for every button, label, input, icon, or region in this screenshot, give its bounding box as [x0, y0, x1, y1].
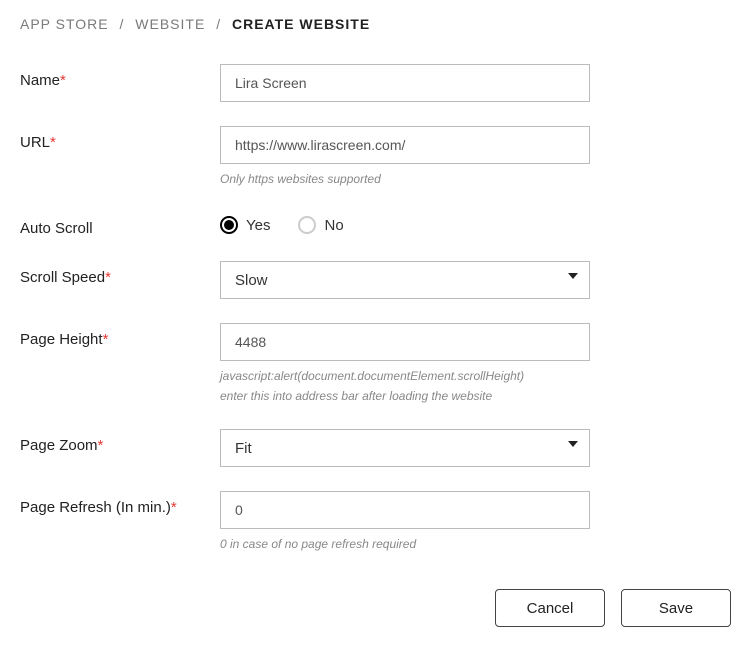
breadcrumb: APP STORE / WEBSITE / CREATE WEBSITE [20, 16, 731, 32]
pagerefresh-help: 0 in case of no page refresh required [220, 535, 590, 553]
breadcrumb-item-appstore[interactable]: APP STORE [20, 16, 109, 32]
pagezoom-select[interactable]: Fit [220, 429, 590, 467]
breadcrumb-sep: / [216, 16, 221, 32]
form-actions: Cancel Save [20, 589, 731, 627]
label-url: URL* [20, 126, 220, 151]
label-pagezoom: Page Zoom* [20, 429, 220, 454]
required-mark: * [103, 331, 109, 348]
label-scrollspeed: Scroll Speed* [20, 261, 220, 286]
radio-unchecked-icon [298, 216, 316, 234]
required-mark: * [98, 437, 104, 454]
autoscroll-radios: Yes No [220, 212, 590, 234]
name-input[interactable] [220, 64, 590, 102]
row-url: URL* Only https websites supported [20, 126, 731, 188]
label-pageheight-text: Page Height [20, 331, 103, 348]
row-scrollspeed: Scroll Speed* Slow [20, 261, 731, 299]
label-url-text: URL [20, 134, 50, 151]
label-scrollspeed-text: Scroll Speed [20, 269, 105, 286]
breadcrumb-current: CREATE WEBSITE [232, 16, 370, 32]
scrollspeed-select[interactable]: Slow [220, 261, 590, 299]
row-autoscroll: Auto Scroll Yes No [20, 212, 731, 237]
label-pageheight: Page Height* [20, 323, 220, 348]
autoscroll-yes[interactable]: Yes [220, 216, 270, 234]
pagezoom-value: Fit [220, 429, 590, 467]
autoscroll-no[interactable]: No [298, 216, 343, 234]
url-input[interactable] [220, 126, 590, 164]
url-help: Only https websites supported [220, 170, 590, 188]
label-autoscroll-text: Auto Scroll [20, 220, 93, 237]
autoscroll-no-label: No [324, 217, 343, 234]
label-pagerefresh-text: Page Refresh (In min.) [20, 499, 171, 516]
required-mark: * [50, 134, 56, 151]
radio-checked-icon [220, 216, 238, 234]
breadcrumb-sep: / [120, 16, 125, 32]
save-button[interactable]: Save [621, 589, 731, 627]
row-pagezoom: Page Zoom* Fit [20, 429, 731, 467]
pageheight-help2: enter this into address bar after loadin… [220, 387, 590, 405]
pageheight-input[interactable] [220, 323, 590, 361]
breadcrumb-item-website[interactable]: WEBSITE [135, 16, 205, 32]
scrollspeed-value: Slow [220, 261, 590, 299]
label-name-text: Name [20, 72, 60, 89]
row-name: Name* [20, 64, 731, 102]
row-pagerefresh: Page Refresh (In min.)* 0 in case of no … [20, 491, 731, 553]
required-mark: * [105, 269, 111, 286]
label-autoscroll: Auto Scroll [20, 212, 220, 237]
pagerefresh-input[interactable] [220, 491, 590, 529]
label-pagezoom-text: Page Zoom [20, 437, 98, 454]
row-pageheight: Page Height* javascript:alert(document.d… [20, 323, 731, 405]
label-pagerefresh: Page Refresh (In min.)* [20, 491, 220, 516]
cancel-button[interactable]: Cancel [495, 589, 605, 627]
required-mark: * [171, 499, 177, 516]
required-mark: * [60, 72, 66, 89]
label-name: Name* [20, 64, 220, 89]
pageheight-help1: javascript:alert(document.documentElemen… [220, 367, 590, 385]
autoscroll-yes-label: Yes [246, 217, 270, 234]
